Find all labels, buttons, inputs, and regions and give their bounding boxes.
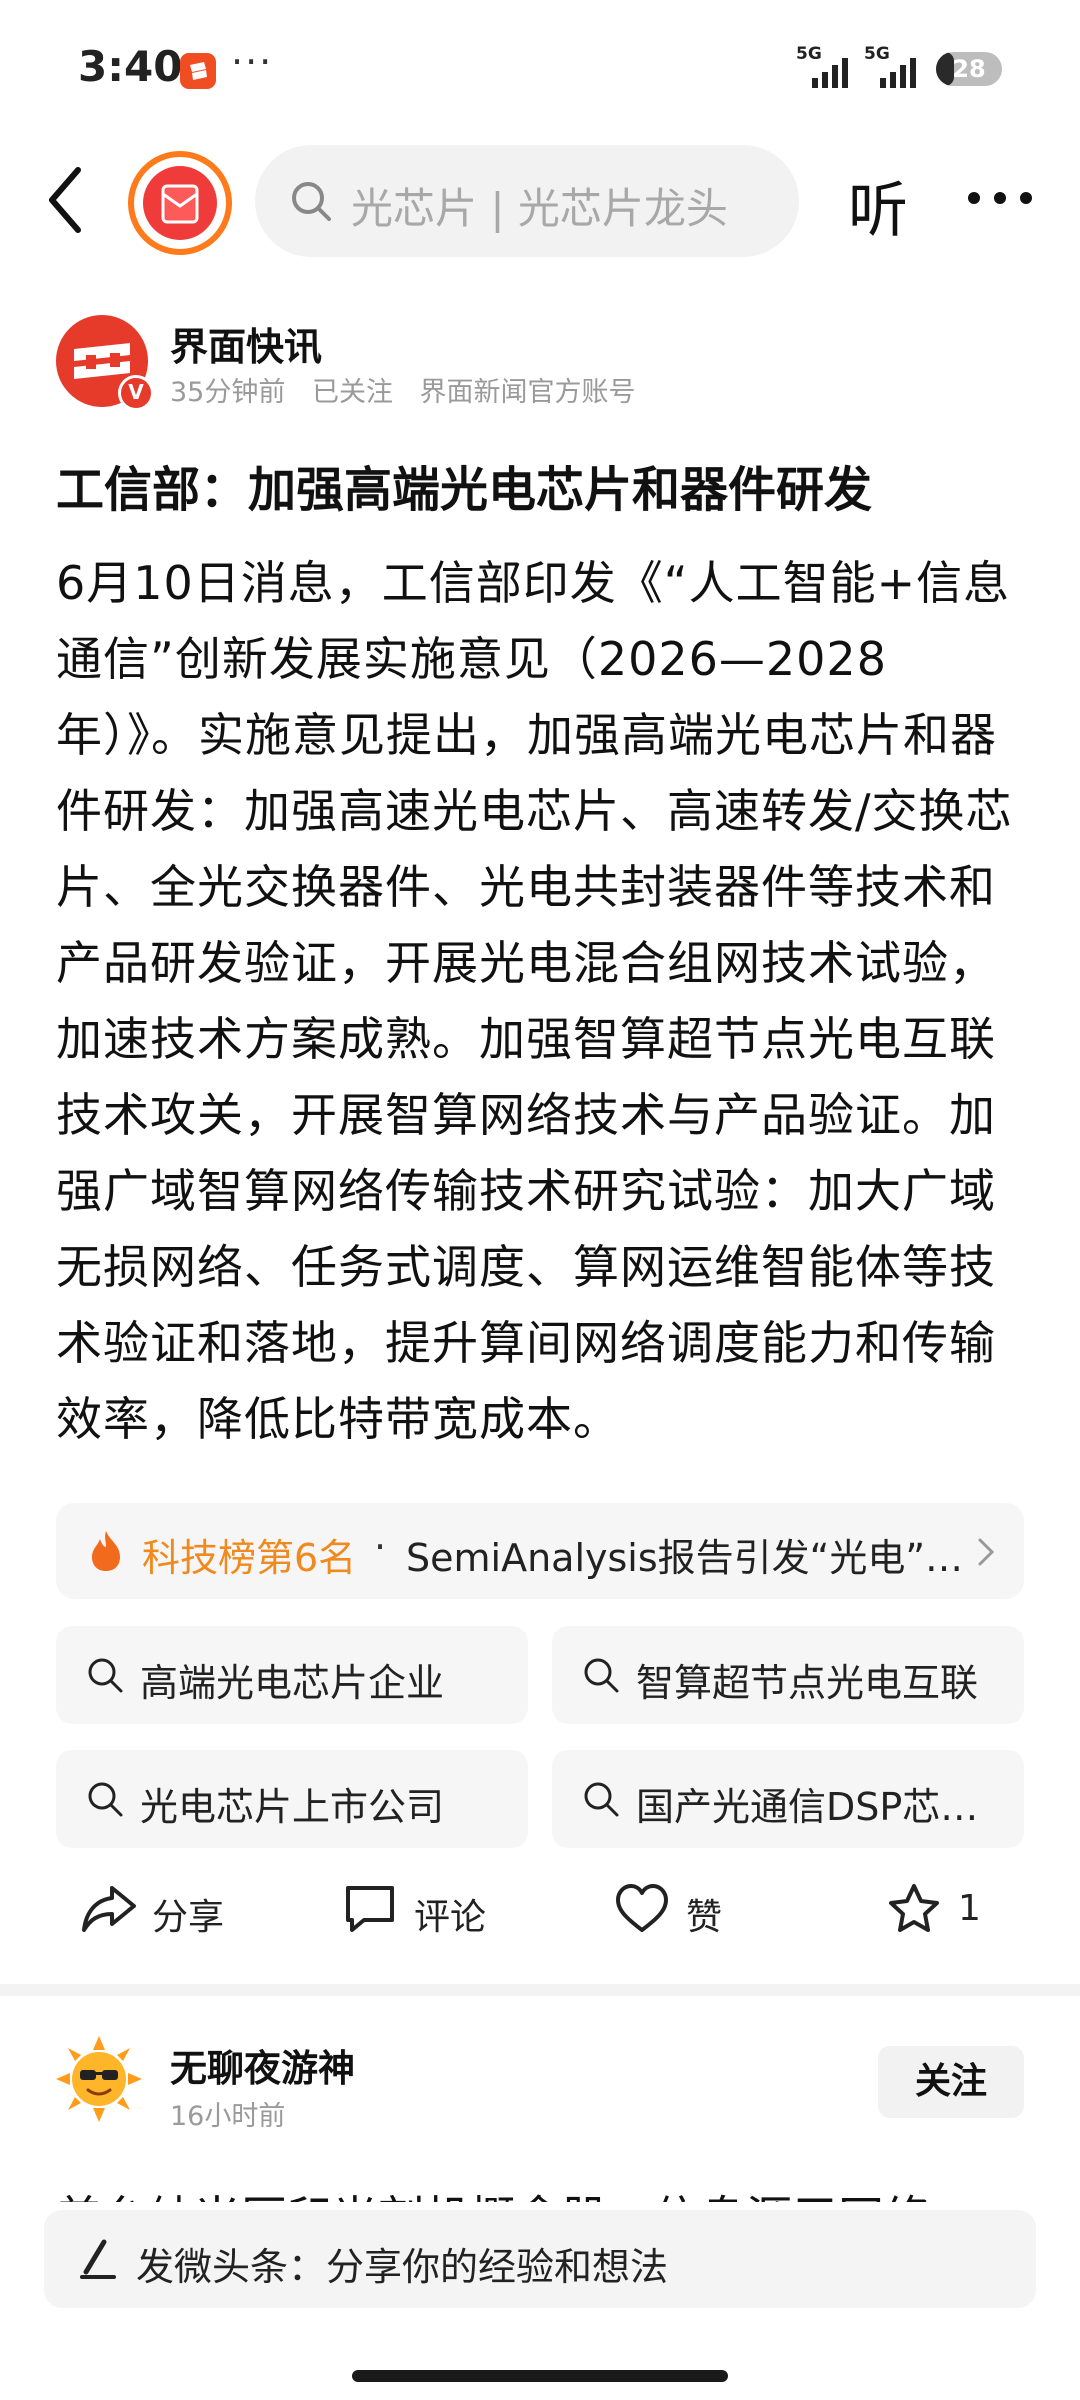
post-author-name[interactable]: 无聊夜游神 bbox=[170, 2038, 355, 2092]
related-search-label: 国产光通信DSP芯… bbox=[636, 1785, 979, 1829]
author-meta: 35分钟前 已关注 界面新闻官方账号 bbox=[170, 370, 654, 409]
fire-icon bbox=[92, 1531, 120, 1571]
post-time: 16小时前 bbox=[170, 2101, 286, 2132]
related-search-label: 光电芯片上市公司 bbox=[140, 1785, 445, 1829]
sun-avatar[interactable] bbox=[56, 2036, 142, 2122]
search-input[interactable]: 光芯片 | 光芯片龙头 bbox=[255, 145, 799, 257]
action-bar: 分享 评论 赞 1 bbox=[0, 1870, 1080, 1950]
article-title: 工信部：加强高端光电芯片和器件研发 bbox=[56, 462, 873, 518]
like-button[interactable]: 赞 bbox=[614, 1870, 774, 1950]
app-logo-button[interactable] bbox=[128, 151, 232, 255]
pen-icon bbox=[80, 2239, 116, 2279]
top-navigation: 光芯片 | 光芯片龙头 听 bbox=[0, 140, 1080, 260]
trending-rank: 科技榜第6名 bbox=[142, 1536, 357, 1580]
trending-separator: · bbox=[374, 1525, 387, 1569]
comment-button[interactable]: 评论 bbox=[342, 1870, 522, 1950]
more-options-button[interactable] bbox=[968, 192, 1032, 208]
search-icon bbox=[584, 1782, 619, 1817]
next-post-header: 无聊夜游神 16小时前 关注 bbox=[56, 2036, 1024, 2146]
related-search-chip[interactable]: 光电芯片上市公司 bbox=[56, 1750, 528, 1848]
post-preview[interactable]: 美台纳米压印光刻机概念股，信息源于网络 bbox=[56, 2180, 1024, 2202]
author-name[interactable]: 界面快讯 bbox=[170, 316, 322, 371]
search-icon bbox=[88, 1658, 123, 1693]
related-search-label: 智算超节点光电互联 bbox=[636, 1661, 979, 1705]
account-type: 界面新闻官方账号 bbox=[419, 377, 636, 408]
more-dot-icon bbox=[1020, 192, 1032, 204]
share-label: 分享 bbox=[152, 1897, 225, 1938]
chevron-right-icon bbox=[978, 1538, 995, 1566]
compose-placeholder: 发微头条：分享你的经验和想法 bbox=[136, 2245, 669, 2289]
share-button[interactable]: 分享 bbox=[80, 1870, 260, 1950]
signal-1-icon: 5G bbox=[796, 44, 860, 88]
verified-badge: V bbox=[118, 375, 154, 411]
battery-level: 28 bbox=[952, 55, 986, 83]
more-dot-icon bbox=[994, 192, 1006, 204]
search-icon bbox=[584, 1658, 619, 1693]
article-body: 6月10日消息，工信部印发《“人工智能+信息通信”创新发展实施意见（2026—2… bbox=[56, 556, 1013, 1446]
heart-icon bbox=[616, 1884, 668, 1932]
star-icon bbox=[889, 1884, 939, 1932]
follow-status[interactable]: 已关注 bbox=[312, 377, 393, 408]
post-preview-text: 美台纳米压印光刻机概念股，信息源于网络 bbox=[56, 2182, 930, 2202]
listen-button[interactable]: 听 bbox=[848, 162, 908, 249]
related-search-chip[interactable]: 智算超节点光电互联 bbox=[552, 1626, 1024, 1724]
more-dot-icon bbox=[968, 192, 980, 204]
author-header: V 界面快讯 35分钟前 已关注 界面新闻官方账号 bbox=[56, 312, 1036, 412]
follow-button[interactable]: 关注 bbox=[878, 2046, 1024, 2118]
comment-label: 评论 bbox=[414, 1897, 487, 1938]
share-icon bbox=[82, 1886, 136, 1932]
author-avatar[interactable]: V bbox=[56, 315, 154, 411]
related-search-chip[interactable]: 高端光电芯片企业 bbox=[56, 1626, 528, 1724]
favorite-button[interactable]: 1 bbox=[886, 1870, 1006, 1950]
home-indicator[interactable] bbox=[352, 2370, 728, 2382]
favorite-count: 1 bbox=[958, 1888, 981, 1929]
trending-banner[interactable]: 科技榜第6名 · SemiAnalysis报告引发“光电”… bbox=[56, 1503, 1024, 1599]
battery-icon: 28 bbox=[936, 52, 1002, 86]
status-bar: 3:40 ··· 5G 5G 28 bbox=[0, 0, 1080, 130]
more-notifications-icon: ··· bbox=[231, 40, 274, 84]
search-placeholder: 光芯片 | 光芯片龙头 bbox=[351, 184, 728, 233]
comment-icon bbox=[346, 1886, 394, 1932]
related-search-label: 高端光电芯片企业 bbox=[140, 1661, 445, 1705]
envelope-icon bbox=[143, 166, 217, 240]
toutiao-notification-icon bbox=[180, 53, 216, 89]
trending-text: SemiAnalysis报告引发“光电”… bbox=[406, 1536, 964, 1580]
section-divider bbox=[0, 1984, 1080, 1996]
related-search-chip[interactable]: 国产光通信DSP芯… bbox=[552, 1750, 1024, 1848]
chevron-left-icon bbox=[49, 167, 81, 233]
back-button[interactable] bbox=[40, 162, 100, 238]
search-icon bbox=[292, 182, 331, 221]
compose-bar[interactable]: 发微头条：分享你的经验和想法 bbox=[44, 2210, 1036, 2308]
signal-2-icon: 5G bbox=[864, 44, 928, 88]
status-time: 3:40 bbox=[78, 42, 183, 91]
post-time: 35分钟前 bbox=[170, 377, 286, 408]
like-label: 赞 bbox=[686, 1897, 723, 1938]
search-icon bbox=[88, 1782, 123, 1817]
